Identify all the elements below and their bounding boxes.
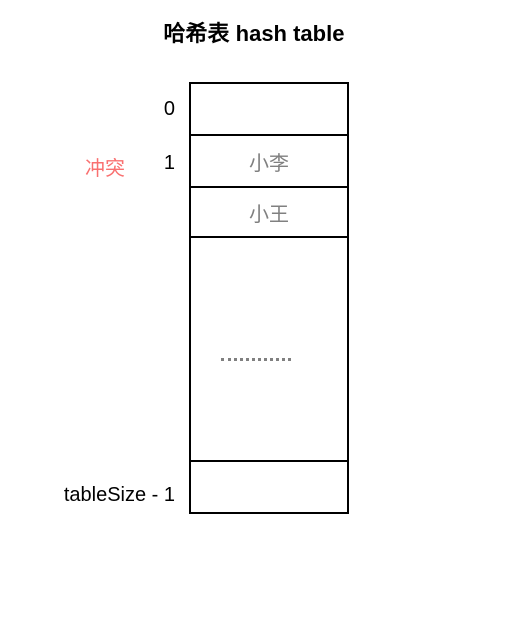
hash-slot-1a: 小李	[191, 136, 347, 188]
collision-label: 冲突	[85, 152, 125, 181]
hash-table-column: 小李 小王	[189, 82, 349, 514]
index-label-last: tableSize - 1	[25, 484, 175, 507]
ellipsis-icon	[221, 358, 291, 361]
hash-slot-0	[191, 84, 347, 136]
index-label-0: 0	[155, 98, 175, 121]
hash-slot-1b-value: 小王	[249, 198, 289, 227]
hash-slot-1a-value: 小李	[249, 147, 289, 176]
diagram-title: 哈希表 hash table	[0, 16, 508, 48]
hash-slot-1b: 小王	[191, 188, 347, 238]
hash-slot-last	[191, 462, 347, 514]
index-label-1: 1	[155, 152, 175, 175]
hash-table-diagram: 哈希表 hash table 小李 小王 0 冲突 1 tableSize - …	[0, 0, 508, 628]
hash-slot-ellipsis	[191, 238, 347, 462]
